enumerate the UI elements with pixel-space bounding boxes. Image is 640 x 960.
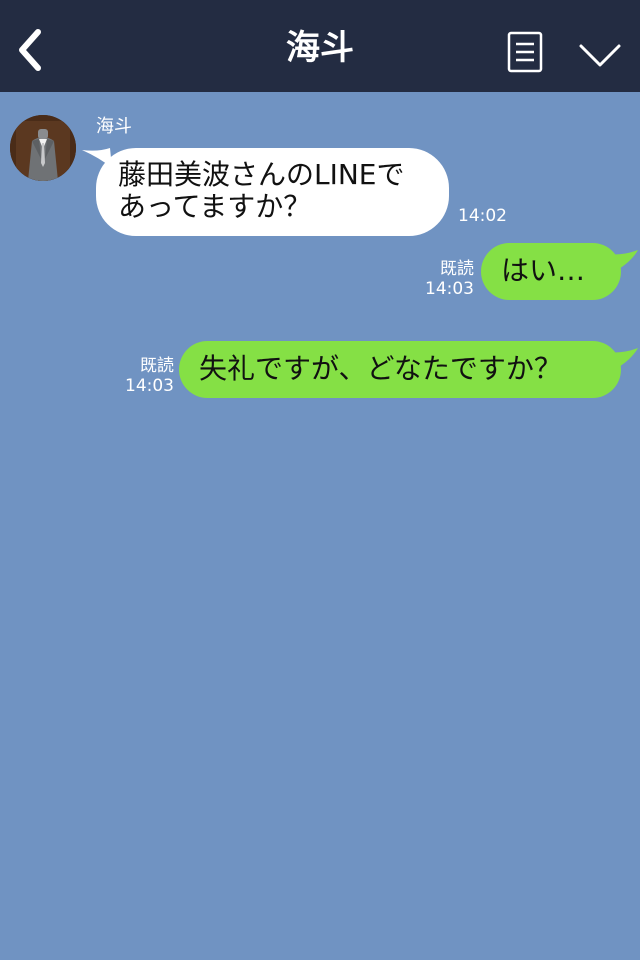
message-time: 14:03: [425, 279, 474, 299]
chat-header: 海斗: [0, 0, 640, 92]
incoming-message-bubble[interactable]: 藤田美波さんのLINEで あってますか？: [96, 148, 449, 236]
list-icon: [507, 31, 543, 73]
read-receipt: 既読 14:03: [422, 259, 474, 299]
message-text: はい…: [501, 254, 586, 287]
suit-figure-icon: [10, 115, 76, 181]
read-label: 既読: [440, 259, 474, 279]
message-text: 失礼ですが、どなたですか？: [199, 352, 562, 385]
message-time: 14:02: [458, 206, 507, 226]
chevron-down-icon: [579, 44, 621, 67]
menu-button[interactable]: [507, 31, 543, 73]
sender-name: 海斗: [96, 116, 132, 137]
message-text-line: あってますか？: [118, 190, 312, 223]
read-receipt: 既読 14:03: [120, 356, 174, 396]
outgoing-message-bubble[interactable]: はい…: [481, 243, 621, 300]
collapse-button[interactable]: [578, 40, 622, 70]
message-text-line: 藤田美波さんのLINEで: [118, 158, 405, 191]
outgoing-message-bubble[interactable]: 失礼ですが、どなたですか？: [179, 341, 621, 398]
avatar[interactable]: [10, 115, 76, 181]
read-label: 既読: [140, 356, 174, 376]
message-time: 14:03: [125, 376, 174, 396]
page-title: 海斗: [286, 28, 354, 68]
